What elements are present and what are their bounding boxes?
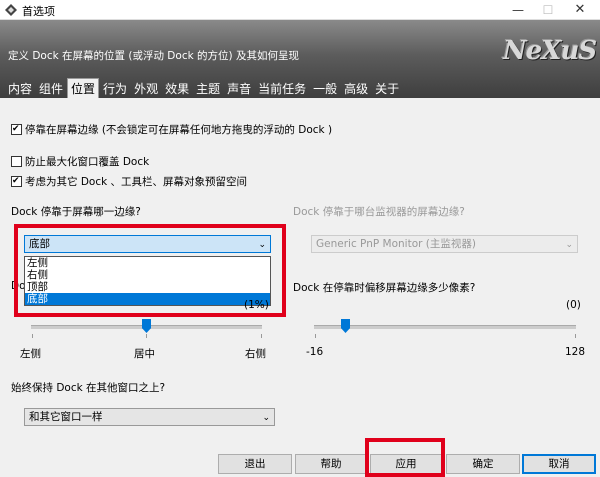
monitor-select: Generic PnP Monitor (主监视器) ⌄ (311, 235, 578, 253)
offset-slider-track[interactable] (314, 325, 576, 329)
tab-widgets[interactable]: 组件 (36, 80, 66, 98)
dropdown-option[interactable]: 顶部 (25, 281, 270, 293)
chevron-down-icon: ⌄ (258, 240, 266, 250)
tab-behavior[interactable]: 行为 (100, 80, 130, 98)
checkbox-label: 考虑为其它 Dock 、工具栏、屏幕对象预留空间 (25, 176, 248, 188)
tab-content[interactable]: 内容 (5, 80, 35, 98)
apply-button[interactable]: 应用 (370, 454, 442, 474)
checkbox-label: 停靠在屏幕边缘 (不会锁定可在屏幕任何地方拖曳的浮动的 Dock ) (25, 124, 333, 136)
always-on-top-select[interactable]: 和其它窗口一样 ⌄ (24, 408, 275, 426)
tab-appearance[interactable]: 外观 (131, 80, 161, 98)
ok-button[interactable]: 确定 (446, 454, 520, 474)
tab-sounds[interactable]: 声音 (224, 80, 254, 98)
dock-at-edge-checkbox[interactable]: 停靠在屏幕边缘 (不会锁定可在屏幕任何地方拖曳的浮动的 Dock ) (11, 122, 332, 137)
title-bar: 首选项 — ☐ ✕ (0, 0, 600, 20)
tab-general[interactable]: 一般 (310, 80, 340, 98)
slider-max-label: 右侧 (245, 348, 266, 360)
edge-dropdown-list: 左侧 右侧 顶部 底部 (24, 256, 271, 306)
position-value: (1%) (244, 299, 269, 311)
app-diamond-icon (5, 4, 17, 16)
edge-select[interactable]: 底部 ⌄ (24, 235, 271, 253)
nexus-logo: NeXuS (503, 36, 597, 66)
checkbox-label: 防止最大化窗口覆盖 Dock (25, 156, 150, 168)
offset-min-label: -16 (306, 346, 324, 358)
minimize-icon[interactable]: — (504, 0, 532, 20)
always-on-top-value: 和其它窗口一样 (29, 411, 103, 423)
slider-mid-label: 居中 (134, 348, 155, 360)
offset-value: (0) (566, 299, 581, 311)
position-panel: 停靠在屏幕边缘 (不会锁定可在屏幕任何地方拖曳的浮动的 Dock ) 防止最大化… (0, 98, 600, 477)
slider-min-label: 左侧 (20, 348, 41, 360)
tab-themes[interactable]: 主题 (193, 80, 223, 98)
tab-effects[interactable]: 效果 (162, 80, 192, 98)
chevron-down-icon: ⌄ (565, 240, 573, 250)
checkbox-box (11, 124, 22, 135)
tab-bar: 内容 组件 位置 行为 外观 效果 主题 声音 当前任务 一般 高级 关于 (5, 78, 403, 98)
checkbox-box (11, 176, 22, 187)
offset-slider-thumb[interactable] (341, 319, 350, 333)
tab-advanced[interactable]: 高级 (341, 80, 371, 98)
slider-tick (315, 334, 316, 338)
dropdown-option-selected[interactable]: 底部 (25, 293, 270, 305)
edge-selected-value: 底部 (29, 238, 50, 250)
tab-running-tasks[interactable]: 当前任务 (255, 80, 309, 98)
slider-tick (261, 334, 262, 338)
reserve-space-checkbox[interactable]: 考虑为其它 Dock 、工具栏、屏幕对象预留空间 (11, 174, 247, 189)
always-on-top-label: 始终保持 Dock 在其他窗口之上? (11, 382, 166, 394)
edge-label: Dock 停靠于屏幕哪一边缘? (11, 206, 141, 218)
close-icon[interactable]: ✕ (566, 0, 594, 20)
chevron-down-icon: ⌄ (262, 413, 270, 423)
monitor-label: Dock 停靠于哪台监视器的屏幕边缘? (293, 206, 465, 218)
window-title: 首选项 (22, 5, 55, 18)
dropdown-option[interactable]: 右侧 (25, 269, 270, 281)
help-button[interactable]: 帮助 (295, 454, 367, 474)
monitor-selected-value: Generic PnP Monitor (主监视器) (316, 238, 476, 250)
maximize-icon[interactable]: ☐ (534, 0, 562, 20)
slider-tick (32, 334, 33, 338)
cancel-button[interactable]: 取消 (522, 454, 596, 474)
tab-position[interactable]: 位置 (67, 78, 100, 98)
prevent-max-cover-checkbox[interactable]: 防止最大化窗口覆盖 Dock (11, 154, 149, 169)
banner-description: 定义 Dock 在屏幕的位置 (或浮动 Dock 的方位) 及其如何呈现 (8, 50, 299, 62)
position-slider-thumb[interactable] (142, 319, 151, 333)
slider-tick (146, 334, 147, 338)
dropdown-option[interactable]: 左侧 (25, 257, 270, 269)
checkbox-box (11, 156, 22, 167)
tab-about[interactable]: 关于 (372, 80, 402, 98)
offset-max-label: 128 (565, 346, 586, 358)
offset-label: Dock 在停靠时偏移屏幕边缘多少像素? (293, 282, 476, 294)
slider-tick (575, 334, 576, 338)
exit-button[interactable]: 退出 (218, 454, 292, 474)
